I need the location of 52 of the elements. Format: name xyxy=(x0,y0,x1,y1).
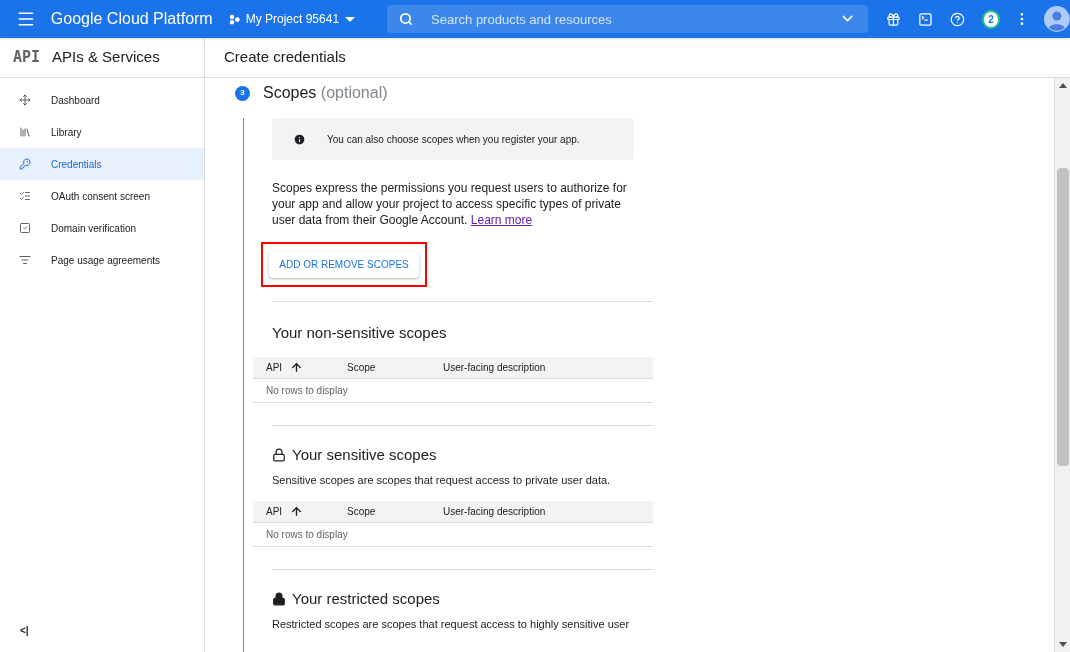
api-logo: API xyxy=(13,47,41,69)
column-header[interactable]: User-facing description xyxy=(443,359,546,375)
sort-arrow-icon[interactable] xyxy=(290,504,304,518)
scopes-description: Scopes express the permissions you request users to authorize for your app and allow your project to access specific types of private user data from their Google Account. Learn more xyxy=(272,180,628,228)
page-title: Create credentials xyxy=(224,47,346,68)
add-remove-scopes-button[interactable]: ADD OR REMOVE SCOPES xyxy=(269,251,419,278)
notification-badge[interactable]: 2 xyxy=(981,9,1001,29)
column-header[interactable]: Scope xyxy=(347,503,376,519)
section-title: Your restricted scopes xyxy=(292,588,440,609)
learn-more-link[interactable]: Learn more xyxy=(470,213,533,227)
sidebar-item[interactable]: Dashboard xyxy=(0,84,204,116)
lock-icon xyxy=(272,447,286,462)
sort-arrow-icon[interactable] xyxy=(290,360,304,374)
library-icon xyxy=(19,126,31,138)
project-icon xyxy=(228,13,240,25)
section-title: Your non-sensitive scopes xyxy=(272,323,447,343)
info-icon xyxy=(293,132,306,146)
collapse-button[interactable]: <| xyxy=(20,623,204,638)
step-title: Scopes (optional) xyxy=(263,83,388,103)
search-field[interactable]: Search products and resources xyxy=(387,5,868,33)
scrollbar-thumb[interactable] xyxy=(1056,168,1069,466)
sidebar-title: APIs & Services xyxy=(52,47,160,68)
scrollbar[interactable] xyxy=(1054,78,1070,652)
product-name: Google Cloud Platform xyxy=(50,9,213,29)
key-icon xyxy=(19,158,31,170)
help-icon[interactable] xyxy=(949,11,965,27)
column-header[interactable]: User-facing description xyxy=(443,503,546,519)
project-selector[interactable]: My Project 95641 xyxy=(228,10,356,28)
sidebar-item[interactable]: Library xyxy=(0,116,204,148)
scroll-down-icon[interactable] xyxy=(1058,642,1067,647)
info-text: You can also choose scopes when you register your app. xyxy=(327,132,580,147)
section-description: Sensitive scopes are scopes that request access to private user data. xyxy=(272,473,612,488)
column-header[interactable]: Scope xyxy=(347,359,376,375)
step-number: 3 xyxy=(235,85,250,101)
terminal-icon[interactable] xyxy=(917,11,933,27)
section-description: Restricted scopes are scopes that request access to highly sensitive user xyxy=(272,617,631,632)
menu-icon[interactable] xyxy=(16,9,36,29)
section-title: Your sensitive scopes xyxy=(292,444,437,465)
sidebar-item[interactable]: OAuth consent screen xyxy=(0,180,204,212)
avatar-icon[interactable] xyxy=(1044,6,1070,32)
lock-icon xyxy=(272,591,286,606)
empty-table-message: No rows to display xyxy=(266,527,348,542)
sidebar-item[interactable]: Credentials xyxy=(0,148,204,180)
dropdown-icon xyxy=(345,16,356,22)
column-header[interactable]: API xyxy=(266,359,283,375)
sidebar-item[interactable]: Page usage agreements xyxy=(0,244,204,276)
column-header[interactable]: API xyxy=(266,503,283,519)
gift-icon[interactable] xyxy=(885,11,901,27)
sidebar-item[interactable]: Domain verification xyxy=(0,212,204,244)
scroll-up-icon[interactable] xyxy=(1058,83,1067,88)
search-icon xyxy=(399,12,414,26)
empty-table-message: No rows to display xyxy=(266,383,348,398)
